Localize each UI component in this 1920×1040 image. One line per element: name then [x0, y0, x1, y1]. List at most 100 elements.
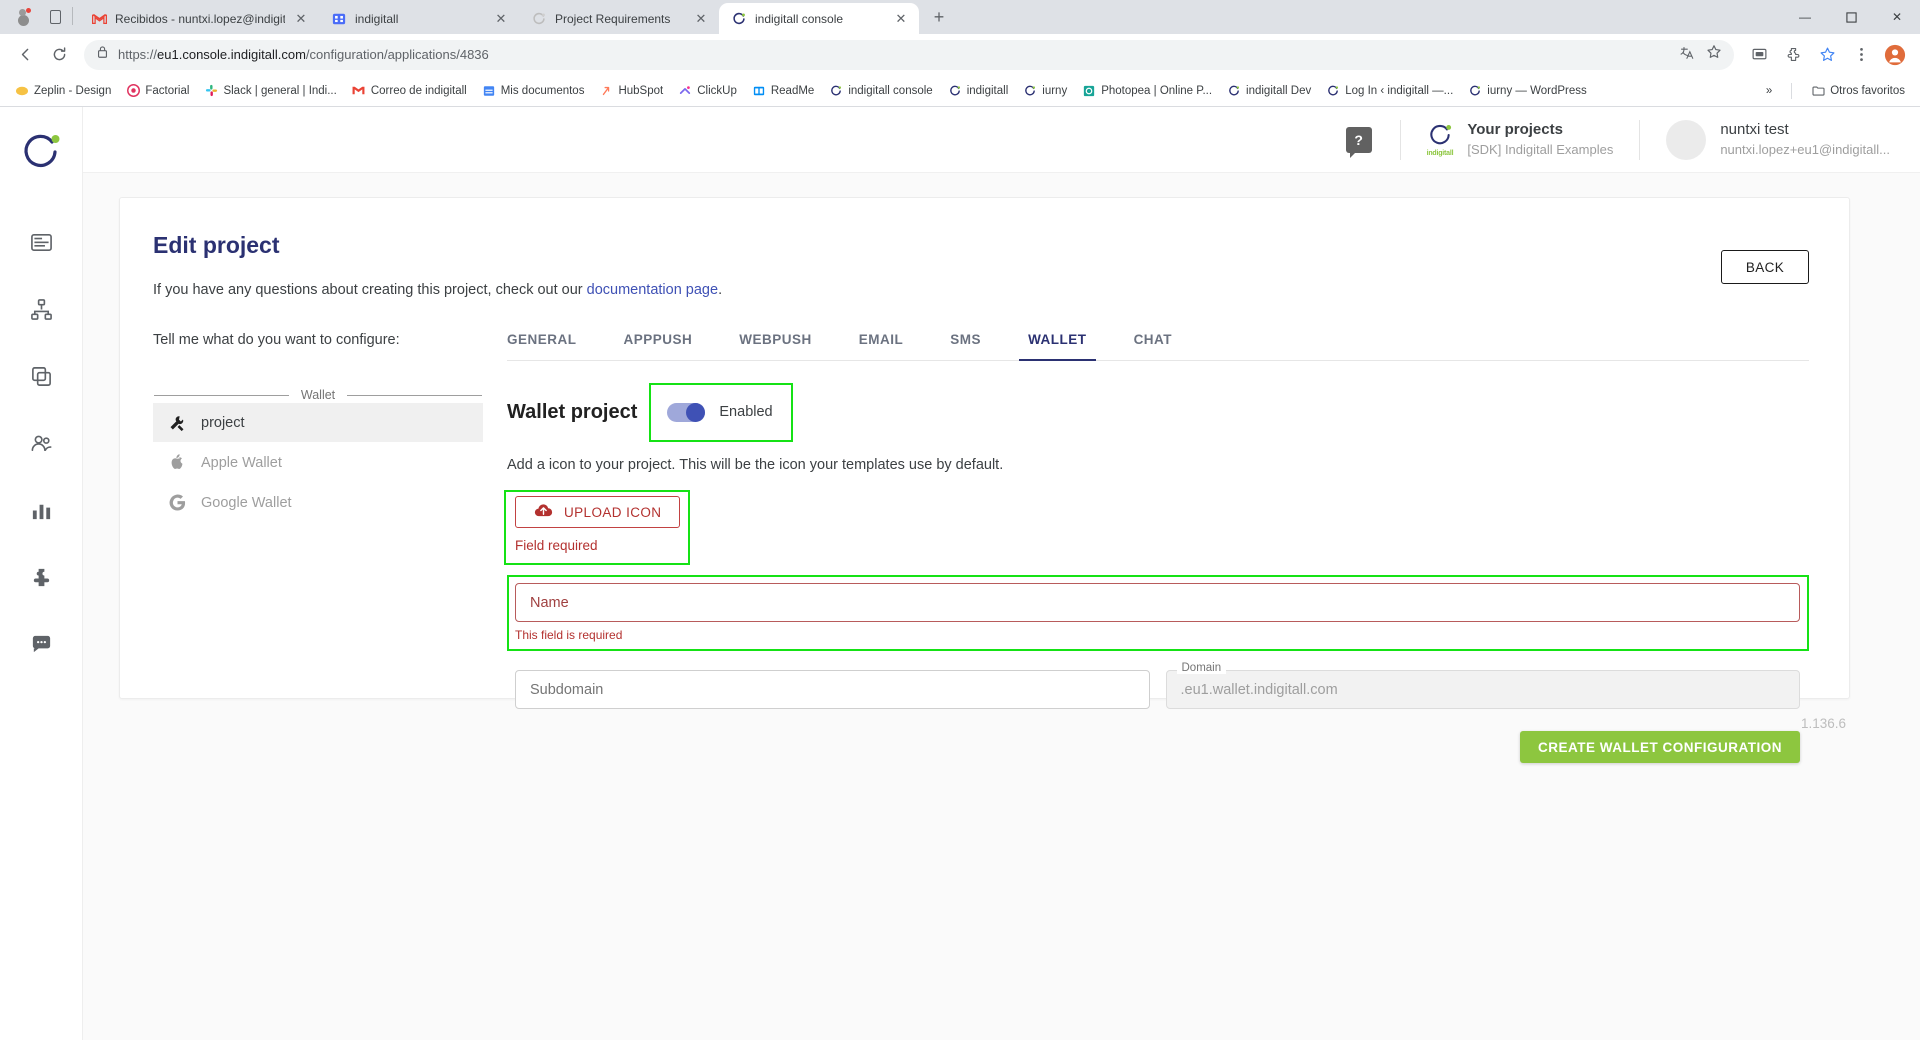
- divider-line-right: [347, 394, 483, 396]
- minimize-icon[interactable]: —: [1782, 0, 1828, 34]
- list-item-label: Google Wallet: [201, 494, 292, 511]
- maximize-icon[interactable]: [1828, 0, 1874, 34]
- bookmarks-overflow-button[interactable]: »: [1759, 81, 1779, 101]
- project-selector[interactable]: indigitall Your projects [SDK] Indigital…: [1401, 119, 1640, 160]
- extensions-icon[interactable]: [1778, 40, 1808, 70]
- bookmark-label: Log In ‹ indigitall —...: [1345, 84, 1454, 97]
- sidebar-item-dashboard[interactable]: [0, 211, 83, 278]
- tab-chat[interactable]: CHAT: [1134, 332, 1173, 360]
- bookmark-11[interactable]: Photopea | Online P...: [1075, 80, 1219, 102]
- wallet-toggle-group[interactable]: Enabled: [649, 382, 793, 442]
- sidebar-item-chat[interactable]: [0, 613, 83, 680]
- browser-tab-1[interactable]: indigitall ✕: [319, 3, 519, 34]
- help-button[interactable]: ?: [1345, 126, 1372, 158]
- star-icon[interactable]: [1812, 40, 1842, 70]
- tab-wallet[interactable]: WALLET: [1019, 332, 1095, 361]
- other-bookmarks-button[interactable]: Otros favoritos: [1804, 80, 1912, 102]
- list-item-project[interactable]: project: [153, 403, 483, 442]
- browser-tab-2[interactable]: Project Requirements ✕: [519, 3, 719, 34]
- domain-label: Domain: [1176, 662, 1227, 674]
- bookmark-label: indigitall: [966, 84, 1009, 97]
- bookmark-label: iurny — WordPress: [1487, 84, 1587, 97]
- create-wallet-configuration-button[interactable]: CREATE WALLET CONFIGURATION: [1520, 731, 1800, 763]
- reload-icon[interactable]: [44, 40, 74, 70]
- cast-icon[interactable]: [1744, 40, 1774, 70]
- submit-row: CREATE WALLET CONFIGURATION: [507, 731, 1809, 763]
- divider-line-left: [154, 394, 289, 396]
- brand-label: indigitall: [1426, 150, 1454, 157]
- bookmark-label: Correo de indigitall: [370, 84, 467, 97]
- back-button[interactable]: BACK: [1721, 250, 1809, 284]
- sidebar-item-integrations[interactable]: [0, 546, 83, 613]
- wallet-enabled-toggle[interactable]: [667, 402, 706, 422]
- sitemap-icon: [30, 298, 53, 326]
- translate-icon[interactable]: [1679, 45, 1694, 65]
- apple-icon: [167, 453, 187, 472]
- browser-tab-0[interactable]: Recibidos - nuntxi.lopez@indigita ✕: [79, 3, 319, 34]
- bookmark-3[interactable]: Correo de indigitall: [345, 80, 474, 102]
- indigitall-icon: [731, 11, 747, 27]
- browser-tabstrip: Recibidos - nuntxi.lopez@indigita ✕ indi…: [0, 0, 1920, 34]
- back-arrow-icon[interactable]: [10, 40, 40, 70]
- sidebar-item-analytics[interactable]: [0, 479, 83, 546]
- bookmark-8[interactable]: indigitall console: [822, 80, 939, 102]
- sidebar-item-layers[interactable]: [0, 345, 83, 412]
- bookmark-label: ClickUp: [697, 84, 737, 97]
- bookmark-14[interactable]: iurny — WordPress: [1461, 80, 1593, 102]
- bookmark-12[interactable]: indigitall Dev: [1220, 80, 1318, 102]
- bookmark-label: Factorial: [145, 84, 190, 97]
- account-icon[interactable]: [1880, 40, 1910, 70]
- app-content: ? indigitall Your projects [SDK] Indigit…: [83, 107, 1920, 1040]
- bookmark-4[interactable]: Mis documentos: [475, 80, 592, 102]
- close-window-icon[interactable]: ✕: [1874, 0, 1920, 34]
- star-icon[interactable]: [1706, 44, 1722, 65]
- user-menu[interactable]: nuntxi test nuntxi.lopez+eu1@indigitall.…: [1640, 119, 1890, 160]
- bookmark-1[interactable]: Factorial: [119, 80, 196, 102]
- slack-icon: [331, 11, 347, 27]
- domain-value: .eu1.wallet.indigitall.com: [1180, 681, 1338, 698]
- close-icon[interactable]: ✕: [293, 11, 309, 27]
- subdomain-input[interactable]: Subdomain: [515, 670, 1150, 709]
- close-icon[interactable]: ✕: [693, 11, 709, 27]
- new-tab-button[interactable]: +: [925, 3, 953, 31]
- bookmark-6[interactable]: ClickUp: [671, 80, 744, 102]
- tab-email[interactable]: EMAIL: [859, 332, 904, 360]
- wallet-group-label: Wallet: [300, 388, 336, 402]
- slack-icon: [204, 84, 218, 98]
- project-title: Your projects: [1467, 121, 1563, 139]
- sidebar-item-users[interactable]: [0, 412, 83, 479]
- bookmark-0[interactable]: Zeplin - Design: [8, 80, 118, 102]
- documentation-link[interactable]: documentation page: [587, 282, 718, 298]
- bookmark-10[interactable]: iurny: [1016, 80, 1074, 102]
- users-icon: [30, 432, 53, 460]
- channel-panel: GENERAL APPPUSH WEBPUSH EMAIL SMS WALLET…: [501, 332, 1809, 763]
- tab-sms[interactable]: SMS: [950, 332, 981, 360]
- tab-search-button[interactable]: [40, 3, 70, 31]
- bookmark-label: HubSpot: [618, 84, 664, 97]
- bookmark-13[interactable]: Log In ‹ indigitall —...: [1319, 80, 1460, 102]
- list-item-label: project: [201, 414, 245, 431]
- list-item-google-wallet[interactable]: Google Wallet: [153, 483, 483, 522]
- bookmark-5[interactable]: HubSpot: [592, 80, 670, 102]
- bookmark-7[interactable]: ReadMe: [745, 80, 821, 102]
- other-bookmarks-label: Otros favoritos: [1830, 84, 1905, 97]
- menu-icon[interactable]: [1846, 40, 1876, 70]
- close-icon[interactable]: ✕: [893, 11, 909, 27]
- tab-general[interactable]: GENERAL: [507, 332, 577, 360]
- profile-avatar-button[interactable]: [6, 3, 40, 31]
- tab-webpush[interactable]: WEBPUSH: [739, 332, 812, 360]
- bookmark-label: Zeplin - Design: [34, 84, 112, 97]
- close-icon[interactable]: ✕: [493, 11, 509, 27]
- app-topbar: ? indigitall Your projects [SDK] Indigit…: [83, 107, 1920, 173]
- list-item-apple-wallet[interactable]: Apple Wallet: [153, 443, 483, 482]
- bookmark-2[interactable]: Slack | general | Indi...: [197, 80, 343, 102]
- indigitall-logo[interactable]: [18, 129, 64, 175]
- address-bar-actions: [1679, 44, 1722, 65]
- tab-apppush[interactable]: APPPUSH: [624, 332, 693, 360]
- bookmark-9[interactable]: indigitall: [941, 80, 1016, 102]
- sidebar-item-sitemap[interactable]: [0, 278, 83, 345]
- browser-tab-3[interactable]: indigitall console ✕: [719, 3, 919, 34]
- annotation-box-upload: [504, 490, 691, 565]
- tab-title: Recibidos - nuntxi.lopez@indigita: [115, 11, 285, 26]
- address-bar[interactable]: https://eu1.console.indigitall.com/confi…: [84, 39, 1734, 70]
